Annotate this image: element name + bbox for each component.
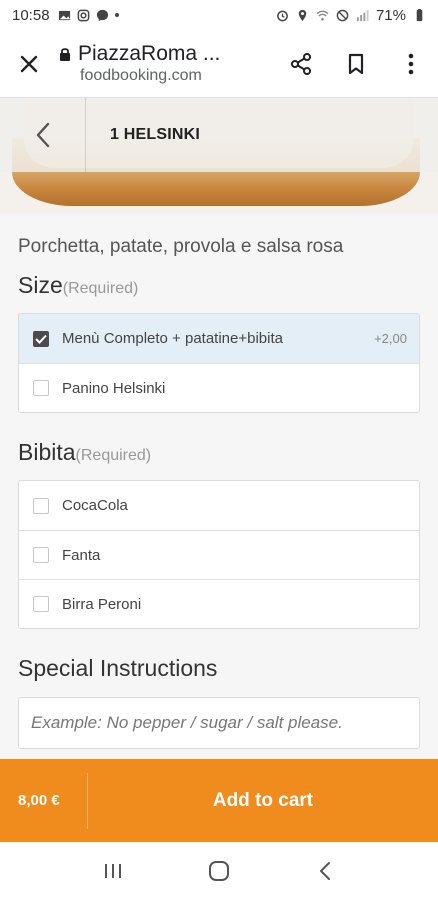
status-left-icons — [58, 9, 119, 22]
size-options: Menù Completo + patatine+bibita +2,00 Pa… — [18, 313, 420, 413]
checkbox-checked[interactable] — [33, 330, 49, 347]
bookmark-button[interactable] — [328, 30, 383, 98]
battery-icon — [416, 8, 423, 21]
location-icon — [298, 9, 307, 21]
do-not-disturb-icon — [336, 9, 349, 21]
size-title: Size — [18, 272, 63, 298]
alarm-icon — [277, 10, 288, 21]
home-button[interactable] — [189, 842, 249, 900]
checkmark-icon — [35, 334, 47, 344]
checkbox[interactable] — [33, 380, 49, 396]
option-label: Menù Completo + patatine+bibita — [62, 330, 283, 347]
drink-options: CocaCola Fanta Birra Peroni — [18, 480, 420, 629]
option-label: Panino Helsinki — [62, 379, 166, 397]
option-label: Fanta — [62, 546, 101, 564]
drink-option-cocacola[interactable]: CocaCola — [19, 481, 419, 530]
checkbox[interactable] — [33, 497, 49, 514]
home-icon — [209, 861, 229, 881]
cart-bar: 8,00 € Add to cart — [0, 759, 438, 842]
back-icon — [320, 862, 330, 880]
option-price: +2,00 — [374, 331, 407, 346]
drink-title: Bibita — [18, 439, 76, 465]
app-screen: 10:58 71% PiazzaRoma ... foodbooking.com… — [0, 0, 438, 900]
drink-required-label: (Required) — [75, 447, 152, 464]
browser-toolbar: PiazzaRoma ... foodbooking.com — [0, 30, 438, 98]
drink-section-title: Bibita(Required) — [18, 439, 420, 466]
size-section-title: Size(Required) — [18, 272, 420, 299]
more-vert-icon — [408, 53, 413, 74]
checkbox[interactable] — [33, 547, 49, 563]
back-button[interactable] — [0, 98, 86, 172]
item-options: Porchetta, patate, provola e salsa rosa … — [0, 214, 438, 749]
special-instructions-title: Special Instructions — [18, 655, 218, 681]
checkbox[interactable] — [33, 596, 49, 612]
bookmark-icon — [348, 53, 363, 74]
status-time: 10:58 — [12, 6, 50, 24]
more-menu-button[interactable] — [383, 30, 438, 98]
item-header: 1 HELSINKI — [0, 98, 438, 172]
battery-percent: 71% — [375, 6, 406, 24]
lock-icon — [60, 48, 70, 61]
signal-icon — [356, 9, 369, 21]
wifi-icon — [316, 10, 329, 21]
image-icon — [58, 10, 70, 20]
option-label: CocaCola — [62, 497, 128, 514]
url-title-row: PiazzaRoma ... — [58, 42, 273, 66]
item-title: 1 HELSINKI — [110, 126, 201, 143]
chevron-left-icon — [36, 122, 49, 148]
item-hero-image: 1 HELSINKI — [0, 98, 438, 214]
dot-icon — [114, 13, 119, 17]
system-nav-bar — [0, 842, 438, 900]
page-title: PiazzaRoma ... — [78, 42, 221, 65]
recent-apps-button[interactable] — [83, 842, 143, 900]
drink-option-birra-peroni[interactable]: Birra Peroni — [19, 579, 419, 628]
cart-total-price: 8,00 € — [0, 772, 88, 829]
instagram-icon — [77, 9, 89, 21]
status-bar: 10:58 71% — [0, 0, 438, 30]
share-icon — [290, 52, 311, 75]
close-icon — [20, 55, 38, 72]
system-back-button[interactable] — [295, 842, 355, 900]
close-button[interactable] — [0, 30, 58, 98]
page-domain: foodbooking.com — [80, 67, 202, 84]
item-description: Porchetta, patate, provola e salsa rosa — [18, 236, 344, 257]
add-to-cart-button[interactable]: Add to cart — [88, 790, 438, 812]
size-option-menu-completo[interactable]: Menù Completo + patatine+bibita +2,00 — [19, 314, 419, 363]
special-instructions-input[interactable] — [18, 697, 420, 749]
size-option-panino-helsinki[interactable]: Panino Helsinki — [19, 363, 419, 412]
share-button[interactable] — [273, 30, 328, 98]
messenger-icon — [96, 9, 108, 21]
size-required-label: (Required) — [62, 280, 139, 297]
recent-apps-icon — [105, 864, 121, 878]
url-block[interactable]: PiazzaRoma ... foodbooking.com — [58, 42, 273, 85]
option-label: Birra Peroni — [62, 595, 142, 613]
drink-option-fanta[interactable]: Fanta — [19, 530, 419, 579]
status-right: 71% — [276, 7, 426, 24]
